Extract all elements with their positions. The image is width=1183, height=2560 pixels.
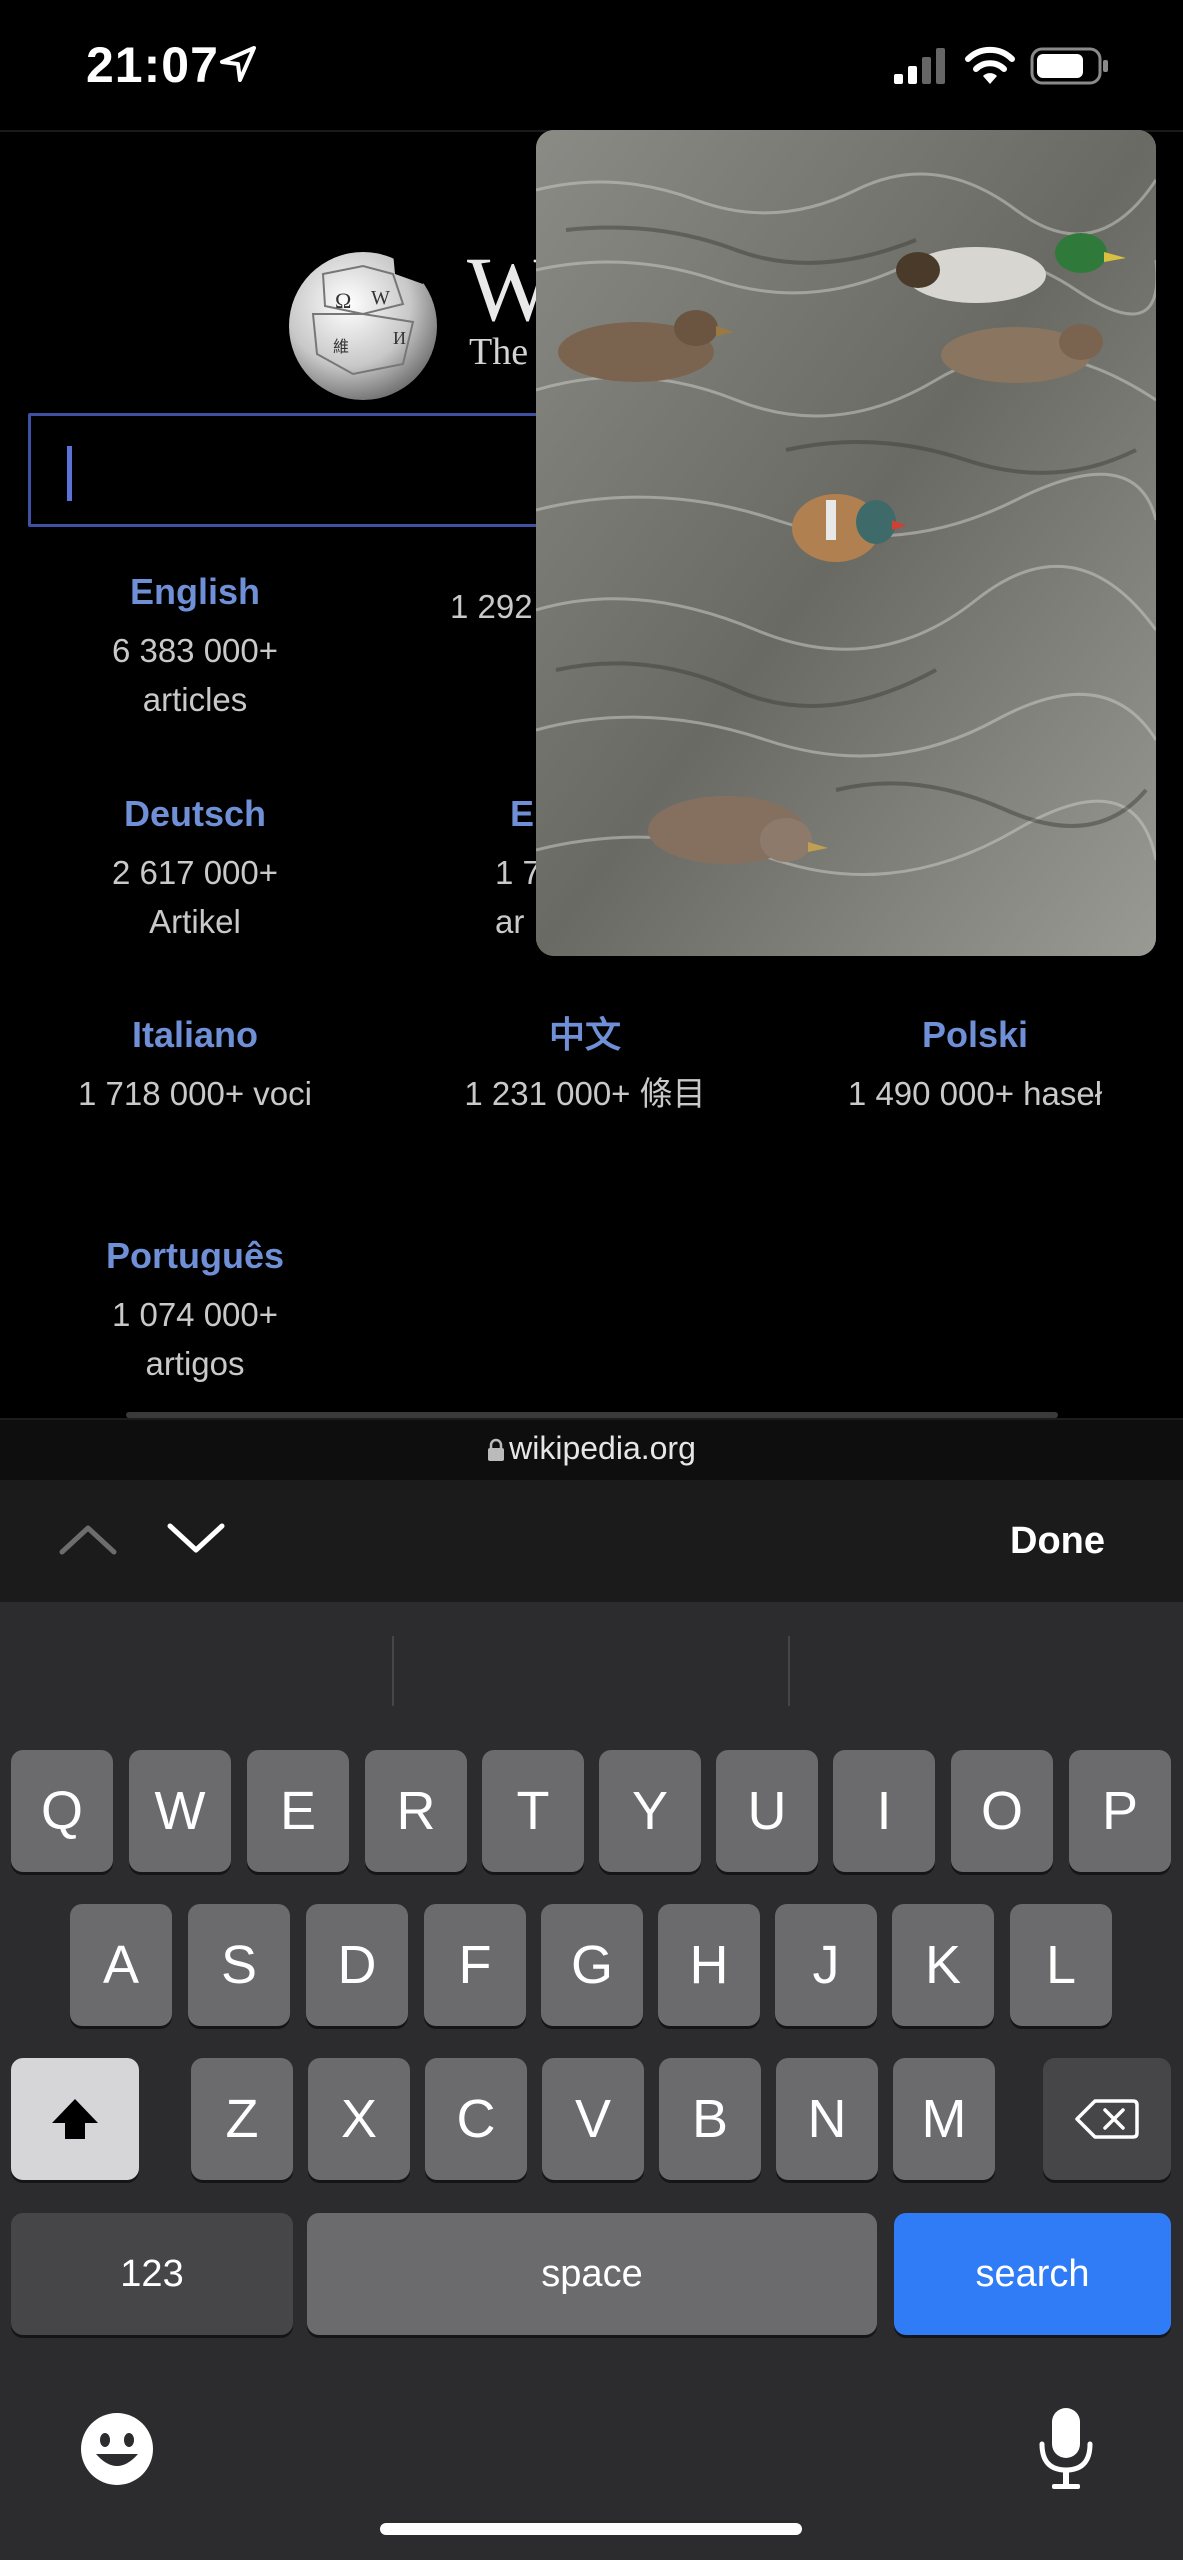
numbers-key[interactable]: 123 [11,2213,293,2335]
key-g[interactable]: G [541,1904,643,2026]
language-name: Polski [921,1014,1029,1055]
language-name: 中文 [548,1014,621,1055]
language-name: English [129,571,260,612]
backspace-icon [1075,2099,1139,2139]
language-link-deutsch[interactable]: Deutsch 2 617 000+ Artikel [45,792,345,946]
language-name: Deutsch [123,793,267,834]
wifi-icon [965,46,1015,84]
key-l[interactable]: L [1010,1904,1112,2026]
key-b[interactable]: B [659,2058,761,2180]
key-r[interactable]: R [365,1750,467,1872]
backspace-key[interactable] [1043,2058,1171,2180]
key-j[interactable]: J [775,1904,877,2026]
key-a[interactable]: A [70,1904,172,2026]
done-button[interactable]: Done [1010,1520,1105,1563]
location-arrow-icon [220,46,256,82]
key-o[interactable]: O [951,1750,1053,1872]
article-count: 1 490 000+ haseł [847,1075,1103,1112]
microphone-icon[interactable] [1036,2404,1096,2494]
key-y[interactable]: Y [599,1750,701,1872]
language-link-chinese[interactable]: 中文 1 231 000+ 條目 [435,1013,735,1118]
suggestion-divider [788,1636,790,1706]
url-domain: wikipedia.org [509,1430,696,1466]
key-m[interactable]: M [893,2058,995,2180]
key-t[interactable]: T [482,1750,584,1872]
key-k[interactable]: K [892,1904,994,2026]
search-key[interactable]: search [894,2213,1171,2335]
wikipedia-tagline: The [469,331,529,373]
chevron-up-icon[interactable] [58,1522,118,1556]
home-indicator[interactable] [380,2523,802,2535]
search-input[interactable] [28,413,568,527]
key-x[interactable]: X [308,2058,410,2180]
key-p[interactable]: P [1069,1750,1171,1872]
svg-text:И: И [393,328,406,348]
language-name: Italiano [131,1014,259,1055]
language-name: Português [105,1235,284,1276]
key-h[interactable]: H [658,1904,760,2026]
emoji-icon[interactable] [78,2410,156,2488]
key-z[interactable]: Z [191,2058,293,2180]
duck-pond-video-frame [536,130,1156,956]
shift-icon [52,2099,98,2139]
key-c[interactable]: C [425,2058,527,2180]
battery-icon [1030,47,1108,85]
key-w[interactable]: W [129,1750,231,1872]
cellular-signal-icon [894,48,945,84]
language-link-english[interactable]: English 6 383 000+ articles [45,570,345,724]
text-caret [67,446,72,501]
article-count: 1 718 000+ voci [78,1075,312,1112]
picture-in-picture-video[interactable] [536,130,1156,956]
key-e[interactable]: E [247,1750,349,1872]
url-bar[interactable]: wikipedia.org [0,1418,1183,1482]
shift-key[interactable] [11,2058,139,2180]
svg-text:維: 維 [333,337,349,356]
status-time: 21:07 [86,37,219,93]
url-text-wrap: wikipedia.org [0,1430,1183,1467]
key-n[interactable]: N [776,2058,878,2180]
suggestion-divider [392,1636,394,1706]
article-count: 1 231 000+ 條目 [464,1075,706,1112]
svg-text:Ω: Ω [335,288,351,313]
key-s[interactable]: S [188,1904,290,2026]
article-count: 2 617 000+ Artikel [111,854,279,940]
key-u[interactable]: U [716,1750,818,1872]
chevron-down-icon[interactable] [166,1522,226,1556]
key-i[interactable]: I [833,1750,935,1872]
article-count: 1 074 000+ artigos [111,1296,279,1382]
language-link-portugues[interactable]: Português 1 074 000+ artigos [45,1234,345,1388]
key-q[interactable]: Q [11,1750,113,1872]
key-f[interactable]: F [424,1904,526,2026]
key-v[interactable]: V [542,2058,644,2180]
svg-text:W: W [371,287,390,309]
article-count: 6 383 000+ articles [111,632,279,718]
wikipedia-globe-icon: Ω W И 維 [289,252,437,400]
space-key[interactable]: space [307,2213,877,2335]
key-d[interactable]: D [306,1904,408,2026]
language-link-italiano[interactable]: Italiano 1 718 000+ voci [45,1013,345,1118]
lock-icon [488,1438,505,1461]
language-link-polski[interactable]: Polski 1 490 000+ haseł [825,1013,1125,1118]
